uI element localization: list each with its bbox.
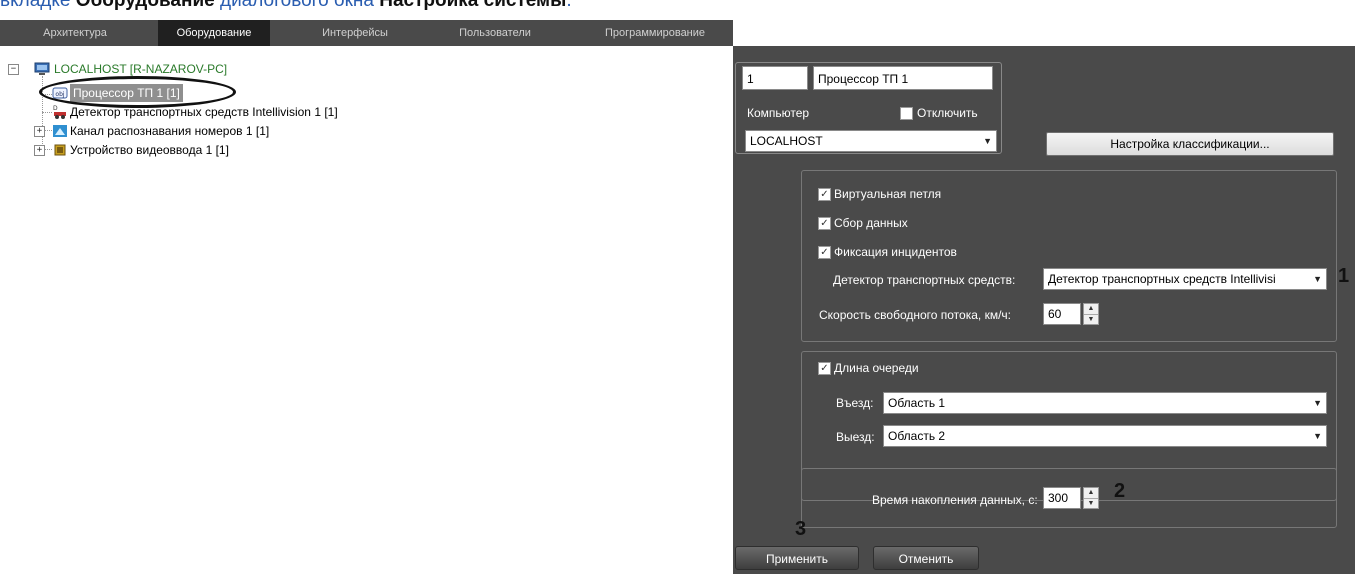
detector-label: Детектор транспортных средств: <box>833 273 1016 287</box>
callout-marker-1: 1 <box>1338 265 1350 287</box>
virtual-loop-label: Виртуальная петля <box>834 187 942 201</box>
data-collection-label: Сбор данных <box>834 216 908 230</box>
detector-select[interactable]: Детектор транспортных средств Intellivis… <box>1043 268 1327 290</box>
up-arrow-icon[interactable]: ▲ <box>1084 304 1098 315</box>
exit-label: Выезд: <box>836 430 875 444</box>
virtual-loop-checkbox[interactable]: ✓ <box>818 188 831 201</box>
queue-checkbox[interactable]: ✓ <box>818 362 831 375</box>
incident-label: Фиксация инцидентов <box>834 245 957 259</box>
tree-connector <box>42 112 52 113</box>
detector-value: Детектор транспортных средств Intellivis… <box>1048 272 1276 286</box>
tab-users[interactable]: Пользователи <box>440 20 550 46</box>
tree-item-label: Устройство видеоввода 1 [1] <box>70 143 229 157</box>
callout-ellipse <box>39 76 236 108</box>
apply-button[interactable]: Применить <box>735 546 859 570</box>
caption-bold-hardware: Оборудование <box>75 0 215 11</box>
vehicle-detector-icon: D <box>53 105 66 119</box>
accumulation-field[interactable]: 300 <box>1043 487 1081 509</box>
caption-bold-settings: Настройка системы <box>379 0 567 11</box>
chevron-down-icon: ▼ <box>983 136 992 146</box>
tab-programming[interactable]: Программирование <box>590 20 720 46</box>
object-name-field[interactable]: Процессор ТП 1 <box>813 66 993 90</box>
computer-value: LOCALHOST <box>750 134 823 148</box>
hardware-tree: − LOCALHOST [R-NAZAROV-PC] obj Процессор… <box>0 46 733 574</box>
chip-icon <box>54 144 66 156</box>
svg-text:D: D <box>53 105 58 112</box>
classification-settings-button[interactable]: Настройка классификации... <box>1046 132 1334 156</box>
chevron-down-icon: ▼ <box>1313 398 1322 408</box>
computer-select[interactable]: LOCALHOST ▼ <box>745 130 997 152</box>
expand-icon[interactable]: + <box>34 145 45 156</box>
plate-recognition-icon <box>53 125 67 137</box>
speed-stepper[interactable]: ▲ ▼ <box>1083 303 1099 325</box>
data-collection-checkbox[interactable]: ✓ <box>818 217 831 230</box>
up-arrow-icon[interactable]: ▲ <box>1084 488 1098 499</box>
caption-suffix: . <box>566 0 572 11</box>
exit-value: Область 2 <box>888 429 946 443</box>
caption-middle: диалогового окна <box>214 0 380 11</box>
caption-prefix: вкладке <box>0 0 76 11</box>
entry-label: Въезд: <box>836 396 874 410</box>
tab-interfaces[interactable]: Интерфейсы <box>300 20 410 46</box>
computer-label: Компьютер <box>747 106 810 120</box>
down-arrow-icon[interactable]: ▼ <box>1084 499 1098 509</box>
queue-label: Длина очереди <box>834 361 919 375</box>
computer-icon <box>34 62 50 75</box>
callout-marker-2: 2 <box>1114 480 1126 502</box>
accumulation-label: Время накопления данных, с: <box>872 493 1038 507</box>
accumulation-stepper[interactable]: ▲ ▼ <box>1083 487 1099 509</box>
expand-icon[interactable]: + <box>34 126 45 137</box>
disable-checkbox[interactable] <box>900 107 913 120</box>
object-id-field[interactable]: 1 <box>742 66 808 90</box>
document-caption: вкладке Оборудование диалогового окна На… <box>0 0 572 12</box>
tab-hardware[interactable]: Оборудование <box>158 20 270 46</box>
cancel-button[interactable]: Отменить <box>873 546 979 570</box>
callout-marker-3: 3 <box>795 518 807 540</box>
incident-checkbox[interactable]: ✓ <box>818 246 831 259</box>
chevron-down-icon: ▼ <box>1313 274 1322 284</box>
main-tab-bar: Архитектура Оборудование Интерфейсы Поль… <box>0 20 733 46</box>
collapse-icon[interactable]: − <box>8 64 19 75</box>
exit-select[interactable]: Область 2 ▼ <box>883 425 1327 447</box>
speed-label: Скорость свободного потока, км/ч: <box>819 308 1011 322</box>
tree-item-label: Канал распознавания номеров 1 [1] <box>70 124 270 138</box>
disable-label: Отключить <box>917 106 978 120</box>
down-arrow-icon[interactable]: ▼ <box>1084 315 1098 325</box>
entry-value: Область 1 <box>888 396 946 410</box>
tab-architecture[interactable]: Архитектура <box>20 20 130 46</box>
speed-field[interactable]: 60 <box>1043 303 1081 325</box>
chevron-down-icon: ▼ <box>1313 431 1322 441</box>
settings-panel: 1 Процессор ТП 1 Компьютер Отключить LOC… <box>733 46 1355 574</box>
entry-select[interactable]: Область 1 ▼ <box>883 392 1327 414</box>
